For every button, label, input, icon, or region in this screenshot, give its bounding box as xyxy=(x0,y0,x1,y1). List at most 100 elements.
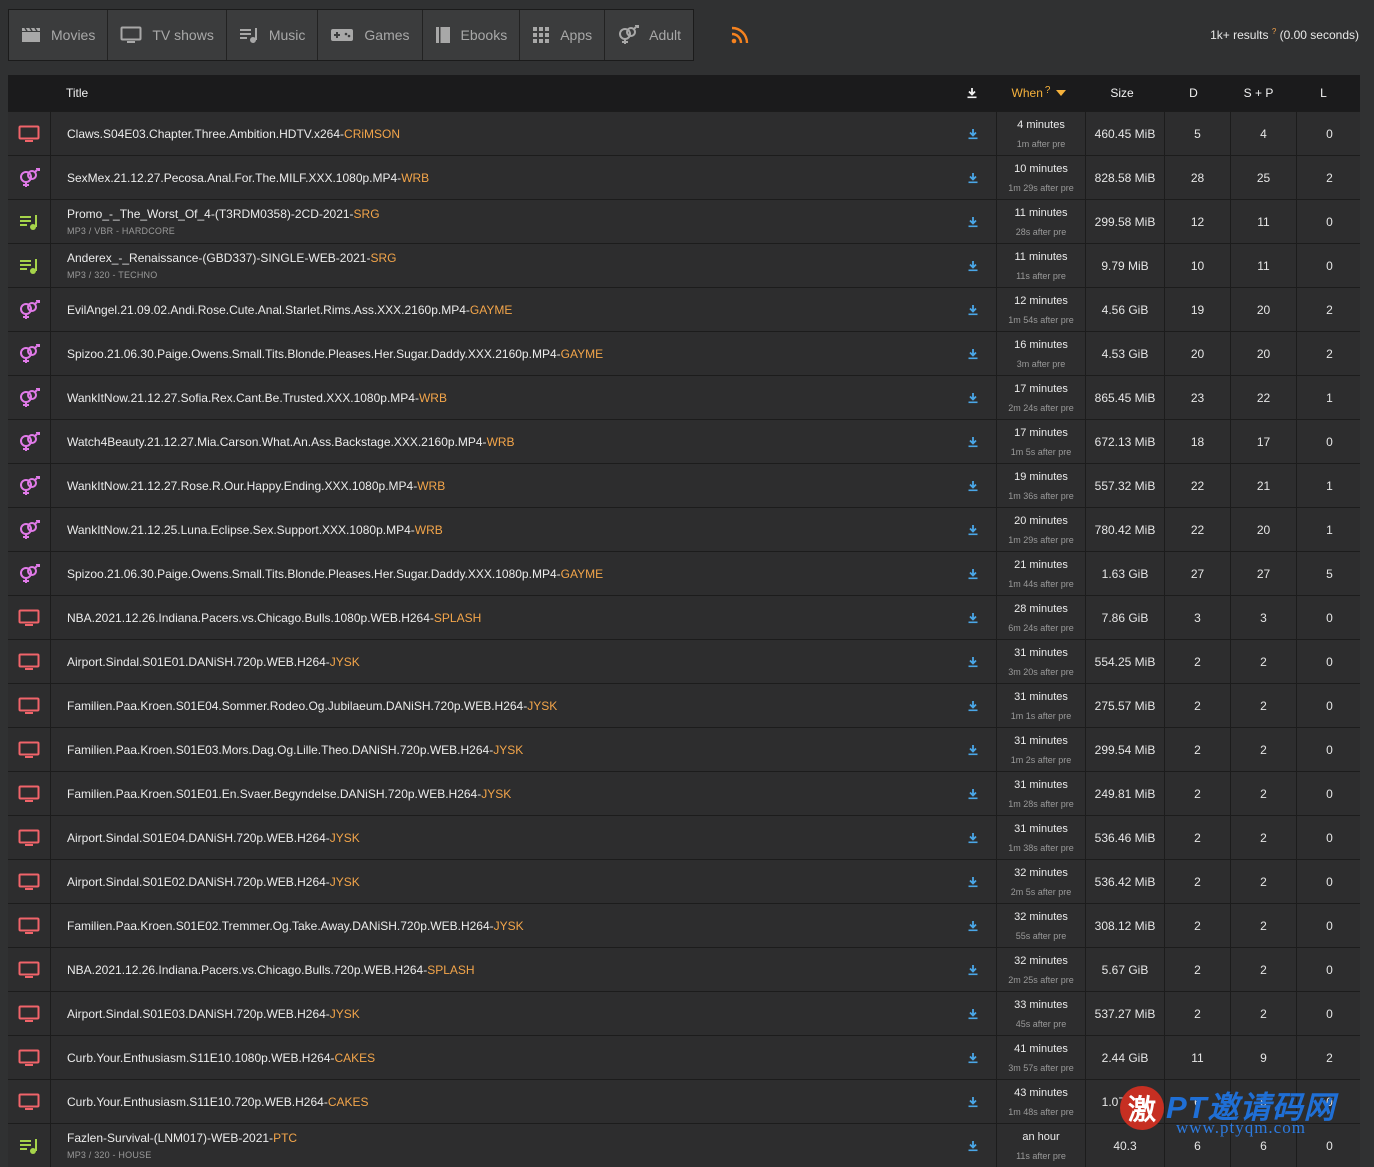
header-when-hint[interactable]: ? xyxy=(1045,85,1051,96)
download-button[interactable] xyxy=(950,464,997,507)
release-name-line[interactable]: NBA.2021.12.26.Indiana.Pacers.vs.Chicago… xyxy=(67,963,950,977)
title-cell[interactable]: EvilAngel.21.09.02.Andi.Rose.Cute.Anal.S… xyxy=(51,288,950,331)
header-l[interactable]: L xyxy=(1291,86,1356,100)
download-button[interactable] xyxy=(950,200,997,243)
rss-icon[interactable] xyxy=(731,26,749,47)
download-button[interactable] xyxy=(950,640,997,683)
release-name-line[interactable]: Curb.Your.Enthusiasm.S11E10.1080p.WEB.H2… xyxy=(67,1051,950,1065)
header-when[interactable]: When ? xyxy=(995,85,1083,100)
category-cell[interactable] xyxy=(8,596,51,639)
release-name-line[interactable]: Spizoo.21.06.30.Paige.Owens.Small.Tits.B… xyxy=(67,347,950,361)
title-cell[interactable]: NBA.2021.12.26.Indiana.Pacers.vs.Chicago… xyxy=(51,948,950,991)
title-cell[interactable]: Curb.Your.Enthusiasm.S11E10.1080p.WEB.H2… xyxy=(51,1036,950,1079)
title-cell[interactable]: WankItNow.21.12.25.Luna.Eclipse.Sex.Supp… xyxy=(51,508,950,551)
download-button[interactable] xyxy=(950,992,997,1035)
download-button[interactable] xyxy=(950,728,997,771)
download-button[interactable] xyxy=(950,816,997,859)
title-cell[interactable]: Airport.Sindal.S01E01.DANiSH.720p.WEB.H2… xyxy=(51,640,950,683)
category-cell[interactable] xyxy=(8,904,51,947)
release-name-line[interactable]: WankItNow.21.12.27.Rose.R.Our.Happy.Endi… xyxy=(67,479,950,493)
title-cell[interactable]: Familien.Paa.Kroen.S01E02.Tremmer.Og.Tak… xyxy=(51,904,950,947)
title-cell[interactable]: Claws.S04E03.Chapter.Three.Ambition.HDTV… xyxy=(51,112,950,155)
category-music[interactable]: Music xyxy=(227,10,319,60)
title-cell[interactable]: Spizoo.21.06.30.Paige.Owens.Small.Tits.B… xyxy=(51,332,950,375)
title-cell[interactable]: NBA.2021.12.26.Indiana.Pacers.vs.Chicago… xyxy=(51,596,950,639)
category-cell[interactable] xyxy=(8,156,51,199)
release-name-line[interactable]: Familien.Paa.Kroen.S01E04.Sommer.Rodeo.O… xyxy=(67,699,950,713)
download-button[interactable] xyxy=(950,288,997,331)
release-name-line[interactable]: Spizoo.21.06.30.Paige.Owens.Small.Tits.B… xyxy=(67,567,950,581)
title-cell[interactable]: WankItNow.21.12.27.Rose.R.Our.Happy.Endi… xyxy=(51,464,950,507)
category-cell[interactable] xyxy=(8,816,51,859)
release-name-line[interactable]: Airport.Sindal.S01E01.DANiSH.720p.WEB.H2… xyxy=(67,655,950,669)
category-cell[interactable] xyxy=(8,992,51,1035)
title-cell[interactable]: WankItNow.21.12.27.Sofia.Rex.Cant.Be.Tru… xyxy=(51,376,950,419)
download-button[interactable] xyxy=(950,552,997,595)
title-cell[interactable]: Watch4Beauty.21.12.27.Mia.Carson.What.An… xyxy=(51,420,950,463)
title-cell[interactable]: Curb.Your.Enthusiasm.S11E10.720p.WEB.H26… xyxy=(51,1080,950,1123)
title-cell[interactable]: Familien.Paa.Kroen.S01E03.Mors.Dag.Og.Li… xyxy=(51,728,950,771)
category-cell[interactable] xyxy=(8,244,51,287)
release-name-line[interactable]: WankItNow.21.12.27.Sofia.Rex.Cant.Be.Tru… xyxy=(67,391,950,405)
category-cell[interactable] xyxy=(8,860,51,903)
category-cell[interactable] xyxy=(8,1080,51,1123)
title-cell[interactable]: Familien.Paa.Kroen.S01E04.Sommer.Rodeo.O… xyxy=(51,684,950,727)
category-tv-shows[interactable]: TV shows xyxy=(108,10,227,60)
category-cell[interactable] xyxy=(8,1036,51,1079)
download-button[interactable] xyxy=(950,772,997,815)
download-button[interactable] xyxy=(950,508,997,551)
category-cell[interactable] xyxy=(8,420,51,463)
release-name-line[interactable]: Familien.Paa.Kroen.S01E02.Tremmer.Og.Tak… xyxy=(67,919,950,933)
header-title[interactable]: Title xyxy=(50,86,949,100)
release-name-line[interactable]: Familien.Paa.Kroen.S01E01.En.Svaer.Begyn… xyxy=(67,787,950,801)
download-button[interactable] xyxy=(950,684,997,727)
category-apps[interactable]: Apps xyxy=(520,10,606,60)
release-name-line[interactable]: Watch4Beauty.21.12.27.Mia.Carson.What.An… xyxy=(67,435,950,449)
header-d[interactable]: D xyxy=(1161,86,1226,100)
download-button[interactable] xyxy=(950,420,997,463)
download-button[interactable] xyxy=(950,1080,997,1123)
category-adult[interactable]: Adult xyxy=(605,10,693,60)
header-sp[interactable]: S + P xyxy=(1226,86,1291,100)
release-name-line[interactable]: Familien.Paa.Kroen.S01E03.Mors.Dag.Og.Li… xyxy=(67,743,950,757)
category-cell[interactable] xyxy=(8,112,51,155)
download-button[interactable] xyxy=(950,948,997,991)
title-cell[interactable]: Anderex_-_Renaissance-(GBD337)-SINGLE-WE… xyxy=(51,244,950,287)
category-cell[interactable] xyxy=(8,1124,51,1167)
title-cell[interactable]: Airport.Sindal.S01E04.DANiSH.720p.WEB.H2… xyxy=(51,816,950,859)
download-button[interactable] xyxy=(950,156,997,199)
category-cell[interactable] xyxy=(8,376,51,419)
title-cell[interactable]: SexMex.21.12.27.Pecosa.Anal.For.The.MILF… xyxy=(51,156,950,199)
category-cell[interactable] xyxy=(8,728,51,771)
title-cell[interactable]: Promo_-_The_Worst_Of_4-(T3RDM0358)-2CD-2… xyxy=(51,200,950,243)
category-cell[interactable] xyxy=(8,332,51,375)
release-name-line[interactable]: Promo_-_The_Worst_Of_4-(T3RDM0358)-2CD-2… xyxy=(67,207,950,221)
download-button[interactable] xyxy=(950,244,997,287)
title-cell[interactable]: Fazlen-Survival-(LNM017)-WEB-2021-PTC MP3… xyxy=(51,1124,950,1167)
title-cell[interactable]: Familien.Paa.Kroen.S01E01.En.Svaer.Begyn… xyxy=(51,772,950,815)
title-cell[interactable]: Airport.Sindal.S01E03.DANiSH.720p.WEB.H2… xyxy=(51,992,950,1035)
category-movies[interactable]: Movies xyxy=(9,10,109,60)
category-cell[interactable] xyxy=(8,508,51,551)
download-button[interactable] xyxy=(950,332,997,375)
download-button[interactable] xyxy=(950,376,997,419)
category-cell[interactable] xyxy=(8,640,51,683)
category-cell[interactable] xyxy=(8,552,51,595)
release-name-line[interactable]: WankItNow.21.12.25.Luna.Eclipse.Sex.Supp… xyxy=(67,523,950,537)
download-button[interactable] xyxy=(950,860,997,903)
category-cell[interactable] xyxy=(8,772,51,815)
category-cell[interactable] xyxy=(8,200,51,243)
header-size[interactable]: Size xyxy=(1083,86,1161,100)
release-name-line[interactable]: Airport.Sindal.S01E03.DANiSH.720p.WEB.H2… xyxy=(67,1007,950,1021)
download-button[interactable] xyxy=(950,904,997,947)
category-cell[interactable] xyxy=(8,948,51,991)
download-button[interactable] xyxy=(950,596,997,639)
release-name-line[interactable]: Claws.S04E03.Chapter.Three.Ambition.HDTV… xyxy=(67,127,950,141)
download-button[interactable] xyxy=(950,1124,997,1167)
release-name-line[interactable]: Curb.Your.Enthusiasm.S11E10.720p.WEB.H26… xyxy=(67,1095,950,1109)
release-name-line[interactable]: Airport.Sindal.S01E04.DANiSH.720p.WEB.H2… xyxy=(67,831,950,845)
release-name-line[interactable]: SexMex.21.12.27.Pecosa.Anal.For.The.MILF… xyxy=(67,171,950,185)
download-button[interactable] xyxy=(950,1036,997,1079)
release-name-line[interactable]: Airport.Sindal.S01E02.DANiSH.720p.WEB.H2… xyxy=(67,875,950,889)
download-button[interactable] xyxy=(950,112,997,155)
